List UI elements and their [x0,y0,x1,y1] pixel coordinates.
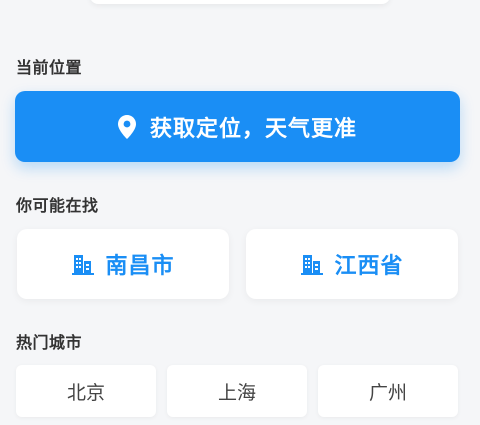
suggestion-jiangxi[interactable]: 江西省 [246,229,458,299]
hot-cities-title: 热门城市 [16,333,83,352]
hot-city-label: 广州 [368,381,407,404]
suggestion-label: 南昌市 [105,254,175,279]
suggestion-label: 江西省 [334,254,404,279]
get-location-label: 获取定位，天气更准 [149,116,357,142]
hot-city-label: 上海 [217,381,256,404]
hot-city-shanghai[interactable]: 上海 [167,365,307,417]
hot-city-label: 北京 [66,381,105,404]
search-bar-edge[interactable] [90,0,390,4]
suggest-title: 你可能在找 [16,196,99,215]
get-location-button[interactable]: 获取定位，天气更准 [15,91,460,162]
hot-city-guangzhou[interactable]: 广州 [318,365,458,417]
current-location-title: 当前位置 [16,58,83,77]
map-pin-icon [117,114,136,139]
suggestion-nanchang[interactable]: 南昌市 [17,229,229,299]
hot-city-beijing[interactable]: 北京 [16,365,156,417]
building-icon [71,252,95,276]
building-icon [300,252,324,276]
